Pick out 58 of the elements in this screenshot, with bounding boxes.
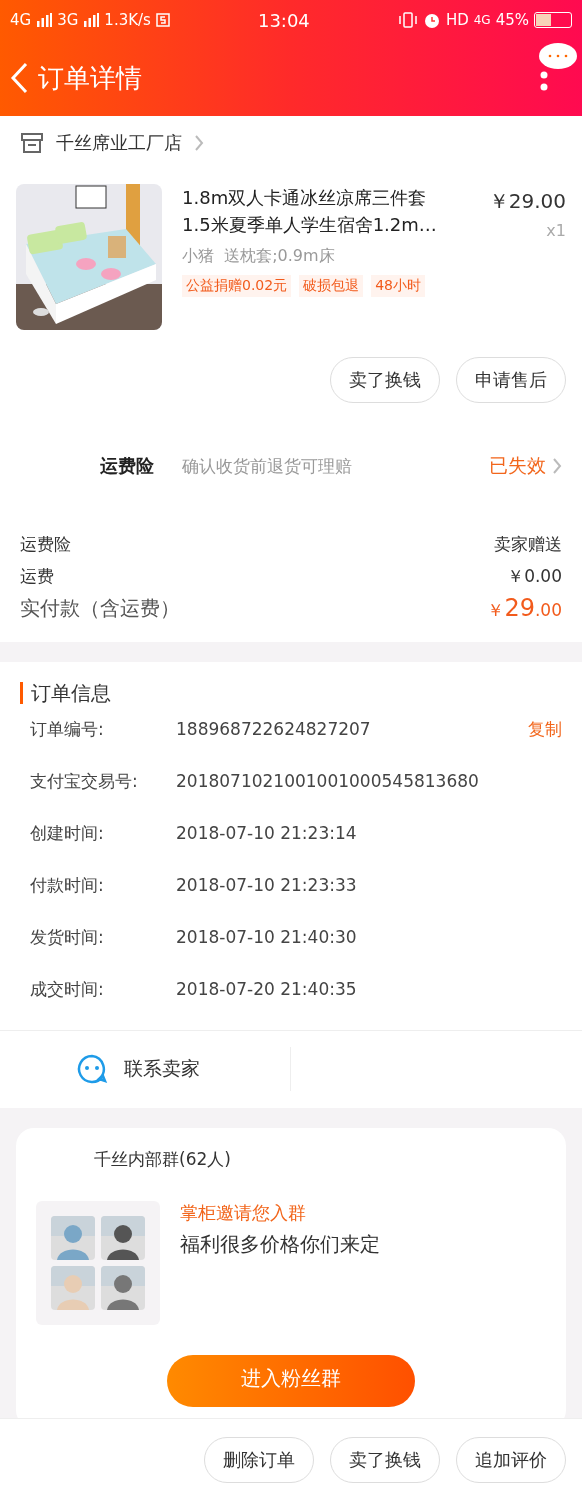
service-tag: 公益捐赠0.02元 bbox=[182, 275, 292, 298]
info-label: 订单编号: bbox=[29, 717, 105, 741]
signal-icon bbox=[36, 13, 53, 27]
info-label: 付款时间: bbox=[29, 873, 105, 897]
info-value: 2018-07-10 21:23:14 bbox=[176, 821, 358, 844]
product-title[interactable]: 1.8m双人卡通冰丝凉席三件套1.5米夏季单人学生宿舍1.2m… bbox=[182, 184, 447, 239]
chevron-icon[interactable] bbox=[194, 133, 204, 152]
more-icon[interactable] bbox=[538, 42, 578, 92]
battery-icon bbox=[534, 12, 572, 28]
info-label: 支付宝交易号: bbox=[29, 769, 139, 793]
section-title: 订单信息 bbox=[20, 681, 562, 704]
network-speed: 1.3K/s bbox=[104, 11, 151, 29]
insurance-label: 运费险 bbox=[100, 454, 155, 479]
network-label: 4G bbox=[473, 13, 491, 27]
back-icon[interactable] bbox=[10, 62, 28, 94]
info-value: 2018071021001001000545813680 bbox=[176, 769, 480, 792]
group-name: 千丝内部群(62人) bbox=[93, 1148, 232, 1171]
app-icon bbox=[155, 13, 170, 27]
action-button[interactable]: 追加评价 bbox=[456, 1437, 566, 1483]
network-label: 3G bbox=[57, 11, 79, 29]
product-price: ￥29.00 bbox=[488, 188, 566, 216]
summary-label: 运费 bbox=[20, 564, 54, 588]
network-label: 4G bbox=[10, 11, 32, 29]
product-quantity: x1 bbox=[546, 221, 566, 241]
chat-icon[interactable] bbox=[76, 1053, 108, 1086]
summary-value: ￥0.00 bbox=[507, 564, 562, 588]
total-label: 实付款（含运费） bbox=[20, 594, 180, 622]
total-price: ￥29.00 bbox=[487, 592, 562, 624]
hd-label: HD bbox=[445, 11, 469, 29]
action-button[interactable]: 卖了换钱 bbox=[330, 1437, 440, 1483]
info-label: 发货时间: bbox=[29, 925, 105, 949]
summary-value: 卖家赠送 bbox=[494, 532, 562, 556]
chevron-icon[interactable] bbox=[552, 457, 562, 476]
action-button[interactable]: 删除订单 bbox=[204, 1437, 314, 1483]
clock-time: 13:04 bbox=[257, 9, 310, 31]
info-value: 2018-07-10 21:23:33 bbox=[176, 873, 358, 896]
info-value: 2018-07-10 21:40:30 bbox=[176, 925, 358, 948]
action-button[interactable]: 申请售后 bbox=[456, 356, 566, 403]
vibrate-icon bbox=[397, 12, 418, 28]
service-tag: 48小时 bbox=[371, 275, 425, 298]
shop-icon bbox=[20, 131, 44, 154]
group-message: 福利很多价格你们来定 bbox=[180, 1231, 380, 1258]
signal-icon bbox=[83, 13, 100, 27]
info-label: 成交时间: bbox=[29, 977, 105, 1001]
service-tag: 破损包退 bbox=[299, 275, 364, 298]
info-label: 创建时间: bbox=[29, 821, 105, 845]
invite-text: 掌柜邀请您入群 bbox=[180, 1201, 307, 1225]
action-button[interactable]: 卖了换钱 bbox=[330, 356, 440, 403]
battery-percent: 45% bbox=[495, 11, 529, 29]
info-value: 188968722624827207 bbox=[176, 717, 372, 740]
summary-label: 运费险 bbox=[20, 532, 71, 556]
info-value: 2018-07-20 21:40:35 bbox=[176, 977, 358, 1000]
insurance-description: 确认收货前退货可理赔 bbox=[182, 454, 353, 478]
contact-seller-button[interactable]: 联系卖家 bbox=[124, 1056, 200, 1083]
page-title: 订单详情 bbox=[38, 61, 142, 95]
shop-name[interactable]: 千丝席业工厂店 bbox=[56, 130, 182, 155]
product-variant: 小猪 送枕套;0.9m床 bbox=[182, 246, 336, 268]
alarm-icon bbox=[422, 11, 441, 29]
